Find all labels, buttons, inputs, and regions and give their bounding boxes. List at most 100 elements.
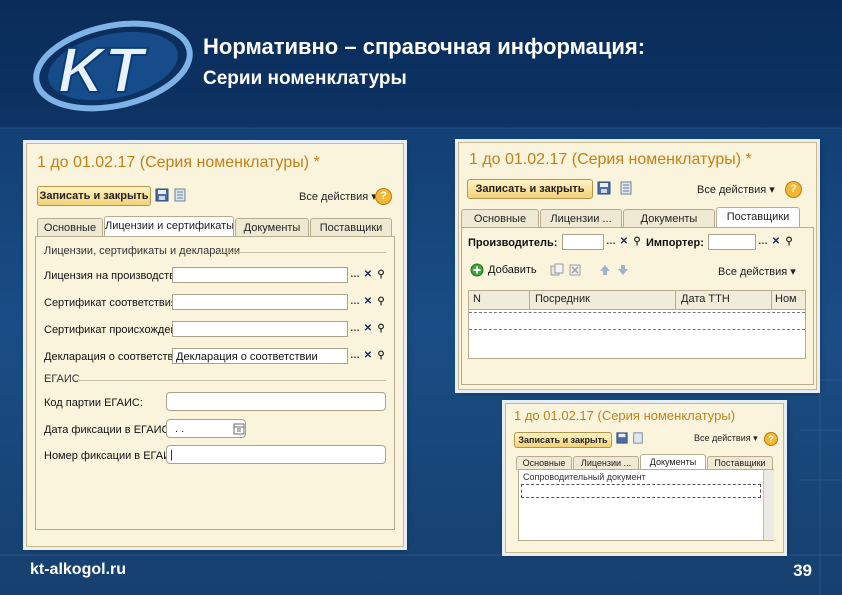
tab-suppliers[interactable]: Поставщики <box>707 456 773 470</box>
clear-icon[interactable]: ✕ <box>361 349 375 363</box>
select-icon[interactable]: … <box>348 349 362 363</box>
save-close-button[interactable]: Записать и закрыть <box>467 179 593 199</box>
list-icon[interactable] <box>619 181 633 195</box>
search-icon[interactable]: ⚲ <box>374 349 388 363</box>
group-divider <box>218 252 386 253</box>
select-icon[interactable]: … <box>348 295 362 309</box>
producer-label: Производитель: <box>468 237 558 249</box>
series-window-licenses: 1 до 01.02.17 (Серия номенклатуры) * Зап… <box>26 143 404 547</box>
clear-icon[interactable]: ✕ <box>361 322 375 336</box>
tab-licenses[interactable]: Лицензии и сертификаты <box>104 216 234 237</box>
column-header[interactable]: Ном <box>775 293 797 305</box>
column-header[interactable]: N <box>473 293 481 305</box>
tab-panel: Лицензии, сертификаты и декларации Лицен… <box>35 236 395 530</box>
tab-documents[interactable]: Документы <box>623 209 715 228</box>
save-icon[interactable] <box>597 181 611 195</box>
select-icon[interactable]: … <box>604 235 618 249</box>
search-icon[interactable]: ⚲ <box>374 268 388 282</box>
add-icon[interactable] <box>470 263 484 277</box>
help-icon[interactable]: ? <box>764 432 778 446</box>
page-number: 39 <box>793 561 812 580</box>
move-up-icon[interactable] <box>598 263 612 277</box>
all-actions-menu[interactable]: Все действия ▾ <box>694 433 758 444</box>
tab-panel: Производитель: … ✕ ⚲ Импортер: … ✕ ⚲ Доб… <box>461 227 814 385</box>
add-button[interactable]: Добавить <box>488 264 537 276</box>
select-icon[interactable]: … <box>756 235 770 249</box>
site-url: kt-alkogol.ru <box>30 561 127 578</box>
scrollbar[interactable] <box>763 470 774 540</box>
egais-batch-code-input[interactable] <box>166 392 386 411</box>
help-icon[interactable]: ? <box>375 188 392 205</box>
column-separator <box>771 291 772 309</box>
table-row[interactable] <box>521 484 761 498</box>
copy-icon[interactable] <box>550 263 564 277</box>
document-row-text[interactable]: Сопроводительный документ <box>523 472 646 482</box>
slide-subtitle: Серии номенклатуры <box>203 68 407 89</box>
svg-text:KT: KT <box>58 34 148 106</box>
search-icon[interactable]: ⚲ <box>374 295 388 309</box>
select-icon[interactable]: … <box>348 268 362 282</box>
series-window-documents: 1 до 01.02.17 (Серия номенклатуры) Запис… <box>505 403 784 553</box>
suppliers-grid-body[interactable] <box>468 309 806 359</box>
calendar-icon[interactable] <box>232 422 246 436</box>
field-label: Номер фиксации в ЕГАИС: <box>44 450 183 462</box>
kt-logo: KT <box>33 20 193 112</box>
clear-icon[interactable]: ✕ <box>361 295 375 309</box>
search-icon[interactable]: ⚲ <box>374 322 388 336</box>
importer-input[interactable] <box>708 234 756 250</box>
list-icon[interactable] <box>632 432 644 444</box>
group-egais-title: ЕГАИС <box>44 373 80 385</box>
tab-suppliers[interactable]: Поставщики <box>310 218 392 237</box>
clear-icon[interactable]: ✕ <box>769 235 783 249</box>
clear-icon[interactable]: ✕ <box>617 235 631 249</box>
save-icon[interactable] <box>616 432 628 444</box>
documents-grid[interactable]: Сопроводительный документ <box>518 469 774 541</box>
producer-input[interactable] <box>562 234 604 250</box>
save-close-button[interactable]: Записать и закрыть <box>514 432 612 448</box>
window-title: 1 до 01.02.17 (Серия номенклатуры) * <box>469 151 752 168</box>
tab-licenses[interactable]: Лицензии ... <box>573 456 639 470</box>
search-icon[interactable]: ⚲ <box>630 235 644 249</box>
tab-documents[interactable]: Документы <box>640 454 706 470</box>
tab-main[interactable]: Основные <box>37 218 103 237</box>
save-close-button[interactable]: Записать и закрыть <box>37 186 151 206</box>
egais-fix-number-input[interactable]: | <box>166 445 386 464</box>
license-production-input[interactable] <box>172 267 348 283</box>
window-title: 1 до 01.02.17 (Серия номенклатуры) * <box>37 154 320 171</box>
list-icon[interactable] <box>173 188 187 202</box>
field-label: Лицензия на производство: <box>44 270 185 282</box>
importer-label: Импортер: <box>646 237 704 249</box>
column-header[interactable]: Дата ТТН <box>681 293 730 305</box>
move-down-icon[interactable] <box>616 263 630 277</box>
column-separator <box>529 291 530 309</box>
grid-actions-menu[interactable]: Все действия ▾ <box>718 265 796 278</box>
tab-documents[interactable]: Документы <box>235 218 309 237</box>
tab-main[interactable]: Основные <box>516 456 572 470</box>
certificate-conformity-input[interactable] <box>172 294 348 310</box>
all-actions-menu[interactable]: Все действия ▾ <box>697 183 775 196</box>
suppliers-grid-header: N Посредник Дата ТТН Ном <box>468 290 806 310</box>
group-divider <box>78 380 386 381</box>
series-window-suppliers: 1 до 01.02.17 (Серия номенклатуры) * Зап… <box>458 142 817 390</box>
table-row[interactable] <box>469 312 805 330</box>
tab-licenses[interactable]: Лицензии ... <box>540 209 622 228</box>
certificate-origin-input[interactable] <box>172 321 348 337</box>
declaration-input[interactable]: Декларация о соответствии <box>172 348 348 364</box>
field-label: Код партии ЕГАИС: <box>44 397 143 409</box>
help-icon[interactable]: ? <box>785 181 802 198</box>
all-actions-menu[interactable]: Все действия ▾ <box>299 190 377 203</box>
field-label: Сертификат соответствия: <box>44 297 180 309</box>
group-licenses-title: Лицензии, сертификаты и декларации <box>44 245 241 257</box>
search-icon[interactable]: ⚲ <box>782 235 796 249</box>
field-label: Декларация о соответствии: <box>44 351 189 363</box>
save-icon[interactable] <box>155 188 169 202</box>
slide-title: Нормативно – справочная информация: <box>203 34 646 59</box>
clear-icon[interactable]: ✕ <box>361 268 375 282</box>
column-separator <box>675 291 676 309</box>
delete-icon[interactable] <box>568 263 582 277</box>
column-header[interactable]: Посредник <box>535 293 590 305</box>
field-label: Дата фиксации в ЕГАИС: <box>44 424 173 436</box>
tab-main[interactable]: Основные <box>461 209 539 228</box>
tab-suppliers[interactable]: Поставщики <box>716 207 800 228</box>
select-icon[interactable]: … <box>348 322 362 336</box>
